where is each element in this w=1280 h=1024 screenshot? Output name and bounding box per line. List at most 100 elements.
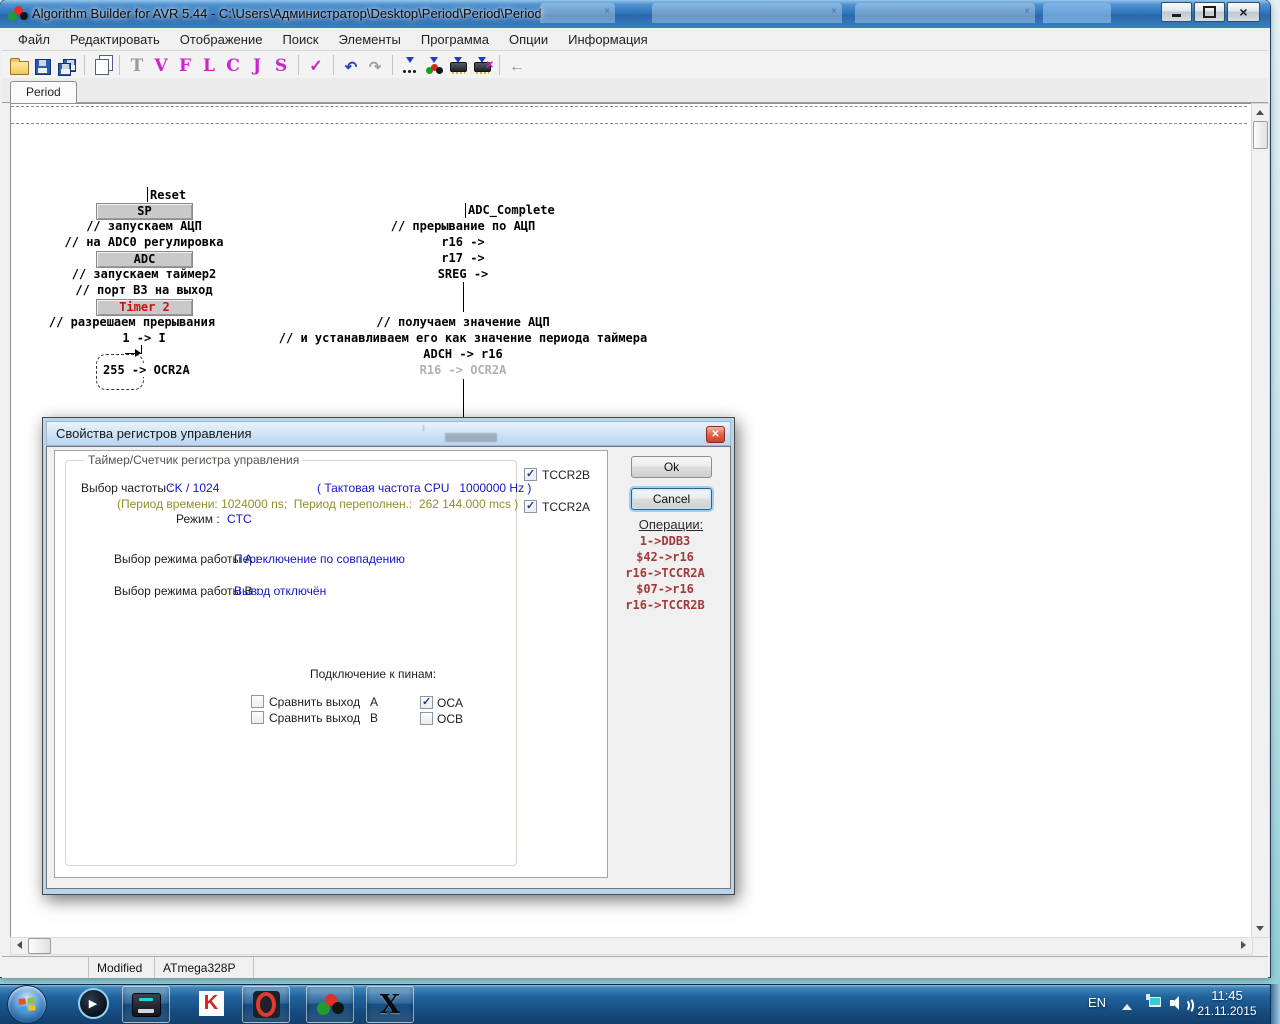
interrupt-label[interactable]: ADC_Complete <box>468 203 555 217</box>
cancel-button[interactable]: Cancel <box>631 488 712 510</box>
redo-button[interactable]: ↷ <box>364 51 386 78</box>
text-element-button[interactable]: T <box>126 51 148 78</box>
undo-button[interactable]: ↶ <box>340 51 362 78</box>
scroll-left-button[interactable] <box>11 938 26 952</box>
status-bar: Modified ATmega328P <box>2 956 1268 978</box>
compare-output-a-checkbox[interactable] <box>251 695 264 708</box>
comment[interactable]: // запускаем АЦП <box>86 219 202 233</box>
network-icon[interactable] <box>1146 996 1161 1008</box>
operator[interactable]: r16 -> <box>441 235 484 249</box>
speaker-icon[interactable] <box>1170 996 1188 1010</box>
vertex-element-button[interactable]: V <box>150 51 172 78</box>
operator[interactable]: 1 -> I <box>122 331 165 345</box>
taskbar-x-app[interactable]: X <box>366 986 414 1023</box>
menu-elements[interactable]: Элементы <box>328 30 410 49</box>
tccr2a-checkbox[interactable] <box>524 500 537 513</box>
comment[interactable]: // на ADC0 регулировка <box>65 235 224 249</box>
step-run-button[interactable] <box>399 51 421 78</box>
menu-file[interactable]: Файл <box>8 30 60 49</box>
clock-time[interactable]: 11:45 <box>1196 988 1258 1003</box>
menu-search[interactable]: Поиск <box>272 30 328 49</box>
run-simulator-button[interactable] <box>423 51 445 78</box>
comment[interactable]: // и устанавливаем его как значение пери… <box>279 331 647 345</box>
ok-button[interactable]: Ok <box>631 456 712 478</box>
screen: Algorithm Builder for AVR 5.44 - C:\User… <box>0 0 1280 1024</box>
minimize-icon <box>1172 14 1181 17</box>
operator[interactable]: r17 -> <box>441 251 484 265</box>
horizontal-scrollbar[interactable] <box>10 937 1253 955</box>
clock-date[interactable]: 21.11.2015 <box>1188 1004 1266 1018</box>
save-button[interactable] <box>32 51 54 78</box>
run-dots-icon <box>402 58 418 75</box>
tccr2b-checkbox[interactable] <box>524 468 537 481</box>
label-element-button[interactable]: L <box>198 51 220 78</box>
tray-expand-icon[interactable] <box>1122 999 1132 1010</box>
dialog-close-button[interactable]: ✕ <box>706 426 725 443</box>
comment[interactable]: // получаем значение АЦП <box>376 315 549 329</box>
comment[interactable]: // прерывание по АЦП <box>391 219 536 233</box>
menu-edit[interactable]: Редактировать <box>60 30 170 49</box>
taskbar-algorithm-builder[interactable] <box>306 986 354 1023</box>
back-button[interactable]: ← <box>506 51 528 78</box>
macro-box-sp[interactable]: SP <box>96 203 193 220</box>
taskbar-kaspersky[interactable]: K <box>188 986 234 1021</box>
redo-icon: ↷ <box>369 60 382 75</box>
letter-C-icon: C <box>226 58 240 75</box>
program-chip-button[interactable] <box>447 51 469 78</box>
program-chip-icon <box>449 58 467 75</box>
modeB-value[interactable]: Вывод отключён <box>234 584 326 598</box>
macro-box-timer2[interactable]: Timer 2 <box>96 299 193 316</box>
scroll-down-button[interactable] <box>1252 922 1267 937</box>
menu-view[interactable]: Отображение <box>170 30 273 49</box>
menu-options[interactable]: Опции <box>499 30 558 49</box>
comment[interactable]: // порт B3 на выход <box>75 283 212 297</box>
start-button[interactable] <box>7 985 47 1024</box>
open-button[interactable] <box>8 51 30 78</box>
window-title: Algorithm Builder for AVR 5.44 - C:\User… <box>32 6 542 21</box>
minimize-button[interactable] <box>1161 2 1192 22</box>
show-desktop-button[interactable] <box>1270 984 1280 1024</box>
operator[interactable]: 255 -> OCR2A <box>101 363 192 377</box>
menu-info[interactable]: Информация <box>558 30 658 49</box>
horizontal-scroll-thumb[interactable] <box>28 938 51 954</box>
entry-label[interactable]: Reset <box>150 188 186 202</box>
close-button[interactable]: × <box>1227 2 1260 22</box>
operator[interactable]: ADCH -> r16 <box>423 347 502 361</box>
title-bar[interactable]: Algorithm Builder for AVR 5.44 - C:\User… <box>0 0 1270 28</box>
modeA-value[interactable]: Переключение по совпадению <box>234 552 405 566</box>
language-indicator[interactable]: EN <box>1088 995 1106 1010</box>
comment[interactable]: // запускаем таймер2 <box>72 267 217 281</box>
operations-title: Операции: <box>628 517 714 532</box>
verify-button[interactable]: ✓ <box>305 51 327 78</box>
taskbar-file-manager[interactable] <box>122 986 170 1023</box>
scroll-up-button[interactable] <box>1252 104 1267 119</box>
ocb-checkbox[interactable] <box>420 712 433 725</box>
ghost-tab <box>1043 3 1111 23</box>
erase-chip-button[interactable]: ✕ <box>471 51 493 78</box>
save-all-button[interactable] <box>56 51 78 78</box>
oca-checkbox[interactable] <box>420 696 433 709</box>
compare-output-b-label: Сравнить выход <box>269 711 360 725</box>
field-element-button[interactable]: F <box>174 51 196 78</box>
maximize-button[interactable] <box>1194 2 1225 22</box>
vertical-scroll-thumb[interactable] <box>1253 121 1268 149</box>
operator-selected[interactable]: R16 -> OCR2A <box>420 363 507 377</box>
jump-element-button[interactable]: J <box>246 51 268 78</box>
scroll-right-button[interactable] <box>1237 938 1252 952</box>
operator[interactable]: SREG -> <box>438 267 489 281</box>
taskbar-opera[interactable] <box>242 986 290 1023</box>
dialog-title-bar[interactable]: Свойства регистров управления ✕ <box>46 421 731 446</box>
freq-value[interactable]: CK / 1024 <box>166 481 219 495</box>
copy-button[interactable] <box>91 51 113 78</box>
mode-value[interactable]: CTC <box>227 512 252 526</box>
macro-box-adc[interactable]: ADC <box>96 251 193 268</box>
groupbox-title: Таймер/Счетчик регистра управления <box>84 453 303 467</box>
comment[interactable]: // разрешаем прерывания <box>49 315 215 329</box>
taskbar-media-player[interactable]: ▶ <box>70 986 116 1021</box>
compare-output-b-checkbox[interactable] <box>251 711 264 724</box>
condition-element-button[interactable]: C <box>222 51 244 78</box>
vertical-scrollbar[interactable] <box>1251 103 1270 938</box>
menu-program[interactable]: Программа <box>411 30 499 49</box>
setter-element-button[interactable]: S <box>270 51 292 78</box>
tab-period[interactable]: Period <box>10 81 77 104</box>
